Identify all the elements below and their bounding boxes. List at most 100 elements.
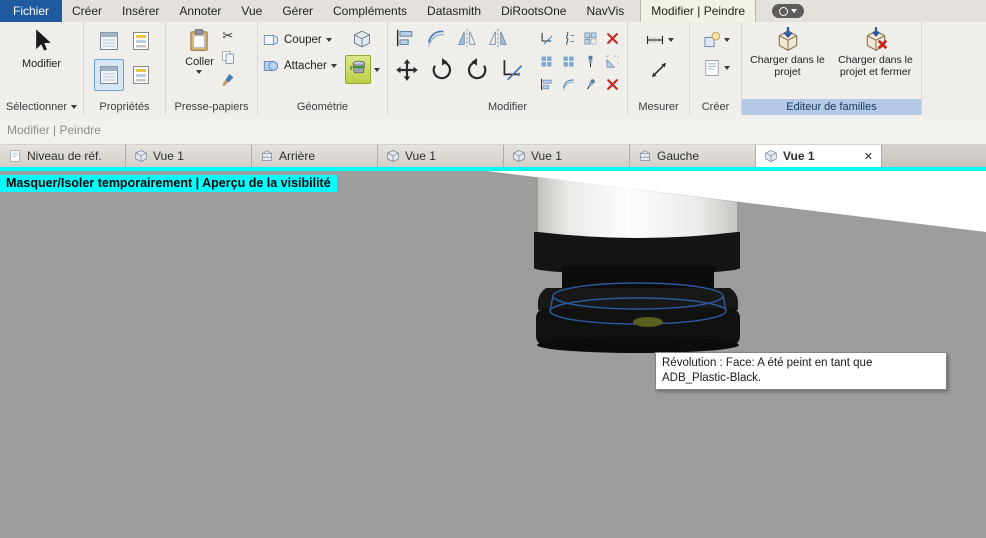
- view-tab-label: Gauche: [657, 149, 700, 163]
- panel-geometry: Couper Attacher Géométrie: [258, 22, 388, 115]
- brush-icon: [220, 72, 236, 88]
- rotate-button[interactable]: [427, 55, 457, 85]
- trim-extend-button[interactable]: [497, 55, 527, 85]
- view-tab-arriere[interactable]: Arrière: [252, 145, 378, 167]
- white-cylinder[interactable]: [538, 177, 737, 238]
- view-tab-label: Niveau de réf.: [27, 149, 102, 163]
- tab-annoter[interactable]: Annoter: [169, 0, 231, 22]
- view-tab-label: Vue 1: [153, 149, 184, 163]
- mirror-icon: [456, 27, 478, 49]
- plan-view-icon: [8, 149, 22, 163]
- drawing-area[interactable]: Masquer/Isoler temporairement | Aperçu d…: [0, 167, 986, 538]
- view-tab-label: Vue 1: [783, 149, 815, 163]
- view-tab-vue1-a[interactable]: Vue 1: [126, 145, 252, 167]
- paint-tool-button[interactable]: [344, 55, 371, 84]
- offset-button[interactable]: [423, 25, 449, 51]
- ribbon-cycle-icon: [779, 6, 789, 16]
- array-button[interactable]: [581, 28, 600, 48]
- paint-tooltip: Révolution : Face: A été peint en tant q…: [655, 352, 947, 390]
- 3d-view-icon: [386, 149, 400, 163]
- view-tab-niveau-de-ref[interactable]: Niveau de réf.: [0, 145, 126, 167]
- unpin-button[interactable]: [581, 74, 600, 94]
- create-group-button[interactable]: [702, 30, 730, 50]
- split-icon: [561, 30, 576, 47]
- offset-small-button[interactable]: [559, 74, 578, 94]
- show-hidden-geometry-button[interactable]: [350, 27, 374, 51]
- active-mode-label: Modifier | Peindre: [7, 122, 101, 137]
- tab-dirootsone[interactable]: DiRootsOne: [491, 0, 576, 22]
- scale-button[interactable]: [603, 51, 622, 71]
- model-3d-preview[interactable]: [480, 170, 800, 370]
- tab-navvis[interactable]: NavVis: [576, 0, 634, 22]
- tab-inserer[interactable]: Insérer: [112, 0, 169, 22]
- view-tab-label: Vue 1: [405, 149, 436, 163]
- trim-single-button[interactable]: [537, 28, 556, 48]
- properties-toggle-button[interactable]: [93, 59, 124, 91]
- view-tab-bar: Niveau de réf. Vue 1 Arrière Vue 1 Vue 1…: [0, 145, 986, 167]
- family-category-button[interactable]: [126, 59, 156, 91]
- chevron-down-icon: [791, 9, 798, 13]
- panel-select-footer[interactable]: Sélectionner: [0, 99, 83, 115]
- properties-palette-button[interactable]: [94, 25, 124, 57]
- split-element-button[interactable]: [559, 28, 578, 48]
- move-button[interactable]: [392, 55, 422, 85]
- options-bar: Modifier | Peindre: [0, 115, 986, 145]
- create-similar-button[interactable]: [702, 58, 730, 78]
- panel-family-editor-label: Editeur de familles: [786, 101, 877, 113]
- cut-geometry-button[interactable]: Couper: [262, 31, 337, 49]
- family-types-button[interactable]: [126, 25, 156, 57]
- align-small-button[interactable]: [537, 74, 556, 94]
- panel-properties: Propriétés: [84, 22, 166, 115]
- paste-button[interactable]: Coller: [185, 25, 214, 74]
- cut-to-clipboard-button[interactable]: ✂: [218, 27, 238, 44]
- properties-window-icon: [97, 29, 121, 53]
- align-button[interactable]: [392, 25, 418, 51]
- match-properties-button[interactable]: [218, 70, 238, 90]
- ribbon-display-toggle-button[interactable]: [772, 4, 805, 18]
- close-view-icon[interactable]: ✕: [864, 150, 873, 163]
- load-into-project-label: Charger dans le projet: [750, 54, 825, 79]
- tab-modifier-peindre[interactable]: Modifier | Peindre: [640, 0, 757, 22]
- load-into-project-and-close-button[interactable]: Charger dans le projet et fermer: [833, 24, 918, 99]
- tab-fichier[interactable]: Fichier: [0, 0, 63, 22]
- tab-creer[interactable]: Créer: [62, 0, 112, 22]
- panel-properties-label: Propriétés: [99, 101, 150, 113]
- load-into-project-button[interactable]: Charger dans le projet: [745, 24, 830, 99]
- family-types-icon: [129, 29, 153, 53]
- join-geometry-icon: [262, 57, 280, 75]
- chevron-down-icon: [330, 64, 337, 68]
- panel-modify: Modifier: [388, 22, 628, 115]
- mirror-pick-axis-button[interactable]: [454, 25, 480, 51]
- copy-button[interactable]: [537, 51, 556, 71]
- tab-vue[interactable]: Vue: [231, 0, 272, 22]
- paint-tooltip-text: Révolution : Face: A été peint en tant q…: [662, 357, 873, 384]
- view-tab-vue1-active[interactable]: Vue 1 ✕: [756, 145, 882, 167]
- load-into-project-close-icon: [863, 26, 889, 52]
- dimension-button[interactable]: [647, 58, 671, 82]
- rotate-after-placement-button[interactable]: [462, 55, 492, 85]
- panel-clipboard-footer: Presse-papiers: [166, 99, 257, 115]
- join-geometry-button[interactable]: Attacher: [262, 57, 337, 75]
- tab-complements[interactable]: Compléments: [323, 0, 417, 22]
- delete-alt-button[interactable]: [603, 74, 622, 94]
- tab-datasmith[interactable]: Datasmith: [417, 0, 491, 22]
- view-tab-vue1-c[interactable]: Vue 1: [504, 145, 630, 167]
- panel-geometry-label: Géométrie: [296, 101, 349, 113]
- grid-squares-icon: [539, 53, 554, 70]
- temporary-hide-isolate-text: Masquer/Isoler temporairement | Aperçu d…: [6, 176, 331, 190]
- chevron-down-icon: [196, 70, 203, 74]
- pin-button[interactable]: [581, 51, 600, 71]
- view-tab-gauche[interactable]: Gauche: [630, 145, 756, 167]
- delete-button[interactable]: [603, 28, 622, 48]
- mirror-draw-axis-button[interactable]: [485, 25, 511, 51]
- paste-aligned-button[interactable]: [559, 51, 578, 71]
- painted-black-foot[interactable]: [534, 232, 740, 353]
- copy-to-clipboard-button[interactable]: [218, 47, 238, 67]
- modify-button[interactable]: Modifier: [18, 25, 65, 99]
- family-category-icon: [129, 63, 153, 87]
- panel-create: Créer: [690, 22, 742, 115]
- tab-gerer[interactable]: Gérer: [272, 0, 323, 22]
- measure-button[interactable]: [644, 30, 674, 50]
- panel-clipboard: Coller ✂ Presse-papiers: [166, 22, 258, 115]
- view-tab-vue1-b[interactable]: Vue 1: [378, 145, 504, 167]
